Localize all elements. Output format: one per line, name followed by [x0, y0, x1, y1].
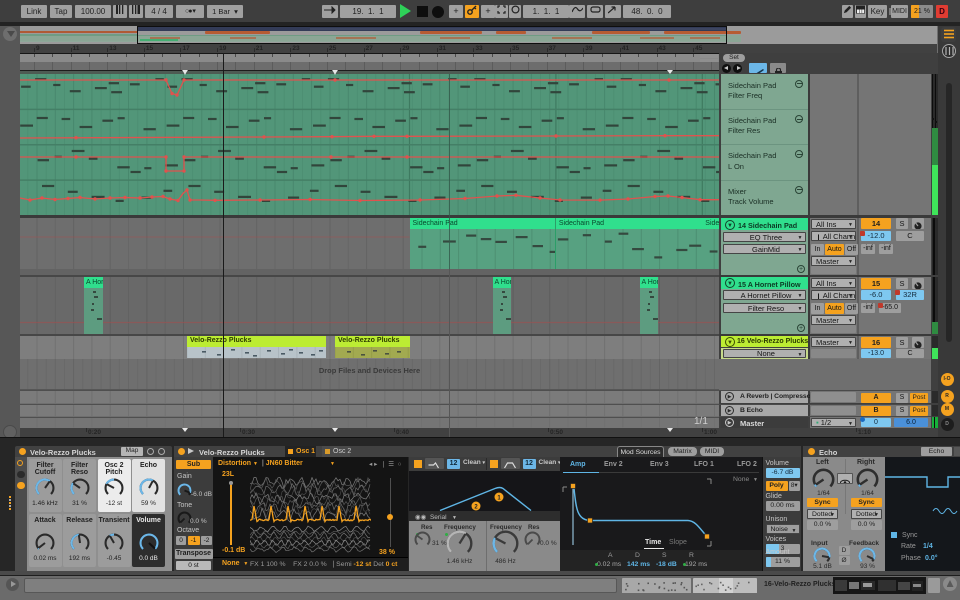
svg-text:1/4: 1/4: [923, 543, 933, 550]
svg-text:Rate: Rate: [901, 543, 916, 550]
svg-text:Sync: Sync: [902, 532, 918, 539]
svg-text:0.0°: 0.0°: [925, 554, 938, 562]
svg-text:Phase: Phase: [901, 555, 921, 562]
